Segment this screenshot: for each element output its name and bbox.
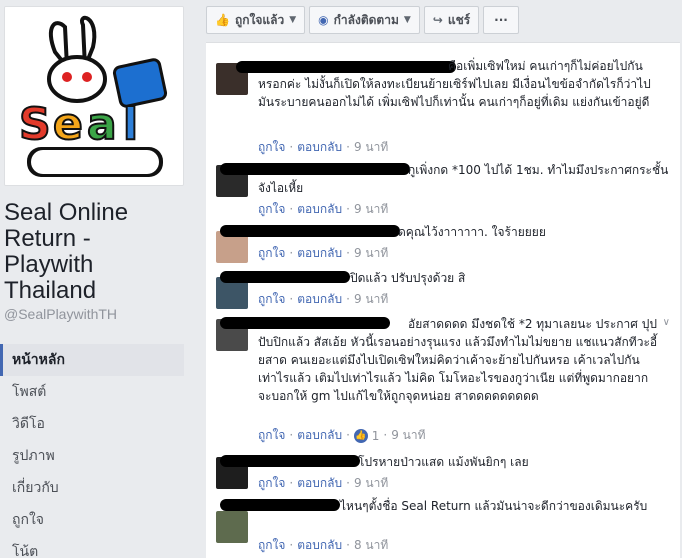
comment-body: กูเพิ่งกด *100 ไปได้ 1ชม. ทำไมมึงประกาศก… <box>258 161 670 197</box>
reply-link[interactable]: ตอบกลับ <box>297 428 342 442</box>
comment-body: อัยสาดดดด มึงชดใช้ *2 ทุมาเลยนะ ประกาศ ป… <box>258 315 658 405</box>
like-link[interactable]: ถูกใจ <box>258 428 285 442</box>
like-link[interactable]: ถูกใจ <box>258 140 285 154</box>
nav-item-posts[interactable]: โพสต์ <box>0 376 184 408</box>
comment-text: กูเพิ่งกด *100 ไปได้ 1ชม. ทำไมมึงประกาศก… <box>258 163 669 195</box>
following-button[interactable]: ◉ กำลังติดตาม ▼ <box>309 6 420 34</box>
page-profile-picture[interactable]: S e a l <box>4 6 184 186</box>
svg-text:e: e <box>53 99 83 150</box>
comment-body: ดคุณไว้งาาาาาา. ใจร้ายยยย <box>258 223 670 241</box>
page-sidebar: S e a l Seal Online Return - Playwith Th… <box>0 0 196 558</box>
seal-online-logo: S e a l <box>5 7 183 185</box>
thumbs-up-icon: 👍 <box>215 13 230 27</box>
comment-options-chevron-icon[interactable]: ∨ <box>663 317 670 328</box>
reply-link[interactable]: ตอบกลับ <box>297 476 342 490</box>
nav-item-likes[interactable]: ถูกใจ <box>0 504 184 536</box>
share-icon: ↪ <box>432 13 443 27</box>
reply-link[interactable]: ตอบกลับ <box>297 140 342 154</box>
reply-link[interactable]: ตอบกลับ <box>297 292 342 306</box>
rss-icon: ◉ <box>318 13 329 27</box>
liked-label: ถูกใจแล้ว <box>234 12 285 27</box>
like-link[interactable]: ถูกใจ <box>258 202 285 216</box>
page-title[interactable]: Seal Online Return - Playwith Thailand <box>4 200 184 304</box>
nav-item-videos[interactable]: วิดีโอ <box>0 408 184 440</box>
timestamp[interactable]: 9 นาที <box>354 140 388 154</box>
comment-actions: ถูกใจ · ตอบกลับ · 👍 1 · 9 นาที <box>258 428 426 444</box>
svg-text:S: S <box>19 99 51 150</box>
comment-actions: ถูกใจ · ตอบกลับ · 8 นาที <box>258 538 389 552</box>
reply-link[interactable]: ตอบกลับ <box>297 202 342 216</box>
nav-item-home[interactable]: หน้าหลัก <box>0 344 184 376</box>
comment-actions: ถูกใจ · ตอบกลับ · 9 นาที <box>258 202 389 216</box>
commenter-avatar[interactable] <box>216 511 248 543</box>
share-button[interactable]: ↪ แชร์ <box>423 6 480 34</box>
comment-text: ดคุณไว้งาาาาาา. ใจร้ายยยย <box>398 225 546 239</box>
nav-item-photos[interactable]: รูปภาพ <box>0 440 184 472</box>
comment-actions: ถูกใจ · ตอบกลับ · 9 นาที <box>258 476 389 490</box>
timestamp[interactable]: 9 นาที <box>354 476 388 490</box>
timestamp[interactable]: 9 นาที <box>354 246 388 260</box>
comment-body: โปรหายป่าวแสด แม้งพันยิกๆ เลย <box>258 453 670 471</box>
caret-down-icon: ▼ <box>403 15 411 25</box>
like-link[interactable]: ถูกใจ <box>258 476 285 490</box>
timestamp[interactable]: 9 นาที <box>354 202 388 216</box>
liked-button[interactable]: 👍 ถูกใจแล้ว ▼ <box>206 6 306 34</box>
more-button[interactable]: ··· <box>483 6 519 34</box>
page-nav: หน้าหลัก โพสต์ วิดีโอ รูปภาพ เกี่ยวกับ ถ… <box>0 344 184 558</box>
timestamp[interactable]: 9 นาที <box>354 292 388 306</box>
page-action-bar: 👍 ถูกใจแล้ว ▼ ◉ กำลังติดตาม ▼ ↪ แชร์ ··· <box>206 6 523 34</box>
like-link[interactable]: ถูกใจ <box>258 538 285 552</box>
more-icon: ··· <box>494 13 508 27</box>
nav-item-about[interactable]: เกี่ยวกับ <box>0 472 184 504</box>
svg-text:l: l <box>123 99 138 150</box>
reaction-count[interactable]: 👍 1 <box>353 428 379 444</box>
comment-text: ปิดแล้ว ปรับปรุงด้วย สิ <box>350 271 466 285</box>
svg-text:a: a <box>87 99 117 150</box>
comment-text: ไหนๆตั้งชื่อ Seal Return แล้วมันน่าจะดีก… <box>340 499 648 513</box>
like-link[interactable]: ถูกใจ <box>258 246 285 260</box>
comment-text: โปรหายป่าวแสด แม้งพันยิกๆ เลย <box>358 455 529 469</box>
comment-actions: ถูกใจ · ตอบกลับ · 9 นาที <box>258 292 389 306</box>
like-link[interactable]: ถูกใจ <box>258 292 285 306</box>
caret-down-icon: ▼ <box>289 15 297 25</box>
comment-actions: ถูกใจ · ตอบกลับ · 9 นาที <box>258 246 389 260</box>
reply-link[interactable]: ตอบกลับ <box>297 246 342 260</box>
main-column: 👍 ถูกใจแล้ว ▼ ◉ กำลังติดตาม ▼ ↪ แชร์ ···… <box>196 0 682 558</box>
timestamp[interactable]: 9 นาที <box>391 428 425 442</box>
comment-actions: ถูกใจ · ตอบกลับ · 9 นาที <box>258 140 389 154</box>
timestamp[interactable]: 8 นาที <box>354 538 388 552</box>
share-label: แชร์ <box>447 12 471 27</box>
following-label: กำลังติดตาม <box>333 12 399 27</box>
like-reaction-icon: 👍 <box>353 429 368 443</box>
reply-link[interactable]: ตอบกลับ <box>297 538 342 552</box>
comment-body: คือเพิ่มเซิฟใหม่ คนเก่าๆก็ไม่ค่อยไปกันหร… <box>258 57 670 111</box>
comments-list: คือเพิ่มเซิฟใหม่ คนเก่าๆก็ไม่ค่อยไปกันหร… <box>206 42 680 558</box>
nav-item-notes[interactable]: โน้ต <box>0 536 184 558</box>
comment-body: ไหนๆตั้งชื่อ Seal Return แล้วมันน่าจะดีก… <box>258 497 670 515</box>
page-handle: @SealPlaywithTH <box>4 306 118 322</box>
comment-text: คือเพิ่มเซิฟใหม่ คนเก่าๆก็ไม่ค่อยไปกันหร… <box>258 59 651 109</box>
comment-body: ปิดแล้ว ปรับปรุงด้วย สิ <box>258 269 670 287</box>
comment-text: อัยสาดดดด มึงชดใช้ *2 ทุมาเลยนะ ประกาศ ป… <box>258 317 658 403</box>
